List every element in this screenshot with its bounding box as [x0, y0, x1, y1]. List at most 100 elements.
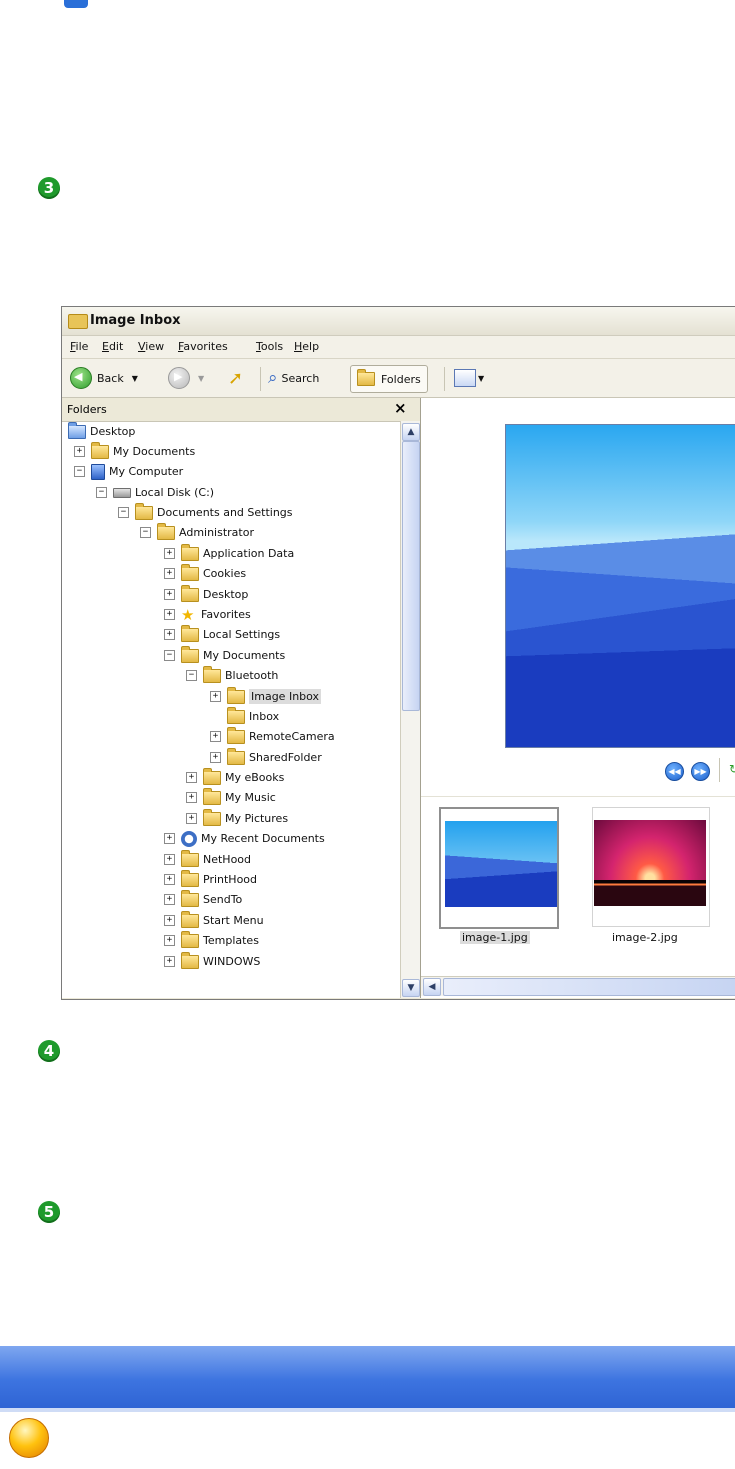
- title-bar[interactable]: Image Inbox: [62, 307, 735, 336]
- tree-item-my-music[interactable]: + My Music: [186, 787, 276, 807]
- menu-edit[interactable]: Edit: [102, 340, 123, 353]
- tree-item-nethood[interactable]: + NetHood: [164, 849, 251, 869]
- tree-item-desktop[interactable]: Desktop: [68, 421, 135, 441]
- tree-item-printhood[interactable]: + PrintHood: [164, 869, 257, 889]
- rotate-icon[interactable]: ↻: [729, 762, 735, 778]
- expand-icon[interactable]: +: [164, 833, 175, 844]
- recent-documents-icon: [181, 830, 197, 847]
- collapse-icon[interactable]: −: [186, 670, 197, 681]
- folders-pane: Folders × Desktop + My Documents − My Comp…: [62, 398, 421, 998]
- menu-favorites[interactable]: Favorites: [178, 340, 228, 353]
- menu-file[interactable]: File: [70, 340, 88, 353]
- folder-icon: [181, 889, 199, 907]
- tree-item-my-computer[interactable]: − My Computer: [74, 462, 183, 481]
- forward-button[interactable]: ▼: [168, 365, 204, 391]
- expand-icon[interactable]: +: [186, 772, 197, 783]
- folder-tree-scrollbar[interactable]: ▲ ▼: [400, 421, 420, 998]
- collapse-icon[interactable]: −: [118, 507, 129, 518]
- expand-icon[interactable]: +: [164, 935, 175, 946]
- up-folder-icon: ➚: [228, 367, 244, 389]
- tree-item-cookies[interactable]: + Cookies: [164, 563, 246, 583]
- scroll-thumb[interactable]: [402, 441, 420, 711]
- section-banner: [0, 1346, 735, 1412]
- expand-icon[interactable]: +: [164, 548, 175, 559]
- menu-help[interactable]: Help: [294, 340, 319, 353]
- thumbnail-2-caption[interactable]: image-2.jpg: [612, 931, 678, 944]
- thumbnail-1-caption[interactable]: image-1.jpg: [460, 931, 530, 944]
- expand-icon[interactable]: +: [210, 731, 221, 742]
- scroll-left-icon[interactable]: ◀: [423, 978, 441, 996]
- star-icon: ★: [181, 605, 195, 624]
- folder-icon: [181, 584, 199, 602]
- folder-icon: [181, 951, 199, 969]
- expand-icon[interactable]: +: [164, 568, 175, 579]
- folder-icon: [227, 706, 245, 724]
- expand-icon[interactable]: +: [210, 752, 221, 763]
- collapse-icon[interactable]: −: [164, 650, 175, 661]
- thumbnail-1[interactable]: [439, 807, 559, 929]
- expand-icon[interactable]: +: [164, 629, 175, 640]
- back-button[interactable]: Back ▼: [70, 365, 138, 391]
- tree-item-my-documents-admin[interactable]: − My Documents: [164, 645, 285, 665]
- thumbnail-2[interactable]: [592, 807, 710, 927]
- tree-item-my-pictures[interactable]: + My Pictures: [186, 808, 288, 828]
- next-image-icon[interactable]: ▶▶: [691, 762, 710, 781]
- collapse-icon[interactable]: −: [140, 527, 151, 538]
- previous-image-icon[interactable]: ◀◀: [665, 762, 684, 781]
- expand-icon[interactable]: +: [164, 915, 175, 926]
- expand-icon[interactable]: +: [164, 874, 175, 885]
- close-icon[interactable]: ×: [394, 399, 407, 417]
- toolbar: Back ▼ ▼ ➚ ⌕ Search Folders ▼: [62, 359, 735, 398]
- expand-icon[interactable]: +: [74, 446, 85, 457]
- folders-pane-header: Folders ×: [62, 398, 420, 422]
- back-label: Back: [97, 371, 124, 385]
- tree-item-image-inbox[interactable]: + Image Inbox: [210, 686, 322, 706]
- expand-icon[interactable]: +: [186, 792, 197, 803]
- tree-item-my-ebooks[interactable]: + My eBooks: [186, 767, 284, 787]
- tree-item-favorites[interactable]: + ★ Favorites: [164, 605, 251, 624]
- folder-icon: [181, 869, 199, 887]
- folder-icon: [181, 645, 199, 663]
- horizontal-scroll-thumb[interactable]: [443, 978, 735, 996]
- back-dropdown-icon[interactable]: ▼: [132, 374, 138, 383]
- tree-item-documents-and-settings[interactable]: − Documents and Settings: [118, 502, 293, 522]
- expand-icon[interactable]: +: [164, 589, 175, 600]
- expand-icon[interactable]: +: [186, 813, 197, 824]
- computer-icon: [91, 463, 105, 480]
- collapse-icon[interactable]: −: [74, 466, 85, 477]
- scroll-down-icon[interactable]: ▼: [402, 979, 420, 997]
- tree-item-inbox[interactable]: Inbox: [210, 706, 279, 726]
- tree-item-templates[interactable]: + Templates: [164, 930, 259, 950]
- expand-icon[interactable]: +: [164, 854, 175, 865]
- tree-item-my-documents[interactable]: + My Documents: [74, 441, 195, 461]
- tree-item-local-settings[interactable]: + Local Settings: [164, 624, 280, 644]
- tree-item-my-recent-documents[interactable]: + My Recent Documents: [164, 829, 325, 848]
- tree-item-local-disk[interactable]: − Local Disk (C:): [96, 483, 214, 502]
- tree-item-application-data[interactable]: + Application Data: [164, 543, 294, 563]
- tree-item-administrator[interactable]: − Administrator: [140, 522, 254, 542]
- tree-item-desktop-folder[interactable]: + Desktop: [164, 584, 248, 604]
- expand-icon[interactable]: +: [164, 894, 175, 905]
- menu-tools[interactable]: Tools: [256, 340, 283, 353]
- views-button[interactable]: ▼: [454, 365, 484, 391]
- forward-arrow-icon: [168, 367, 190, 389]
- scroll-up-icon[interactable]: ▲: [402, 423, 420, 441]
- tree-item-bluetooth[interactable]: − Bluetooth: [186, 665, 278, 685]
- tree-item-remotecamera[interactable]: + RemoteCamera: [210, 726, 335, 746]
- expand-icon[interactable]: +: [210, 691, 221, 702]
- explorer-window: Image Inbox File Edit View Favorites Too…: [61, 306, 735, 1000]
- folder-tree: Desktop + My Documents − My Computer − Loca…: [62, 421, 400, 998]
- search-button[interactable]: ⌕ Search: [268, 365, 319, 391]
- tree-item-windows[interactable]: + WINDOWS: [164, 951, 260, 971]
- tree-item-sendto[interactable]: + SendTo: [164, 889, 242, 909]
- expand-icon[interactable]: +: [164, 609, 175, 620]
- menu-view[interactable]: View: [138, 340, 164, 353]
- thumbnail-scrollbar[interactable]: ◀: [421, 976, 735, 996]
- tree-item-sharedfolder[interactable]: + SharedFolder: [210, 747, 322, 767]
- up-folder-button[interactable]: ➚: [228, 365, 243, 391]
- forward-dropdown-icon[interactable]: ▼: [198, 374, 204, 383]
- expand-icon[interactable]: +: [164, 956, 175, 967]
- folders-button[interactable]: Folders: [350, 365, 428, 393]
- tree-item-start-menu[interactable]: + Start Menu: [164, 910, 264, 930]
- collapse-icon[interactable]: −: [96, 487, 107, 498]
